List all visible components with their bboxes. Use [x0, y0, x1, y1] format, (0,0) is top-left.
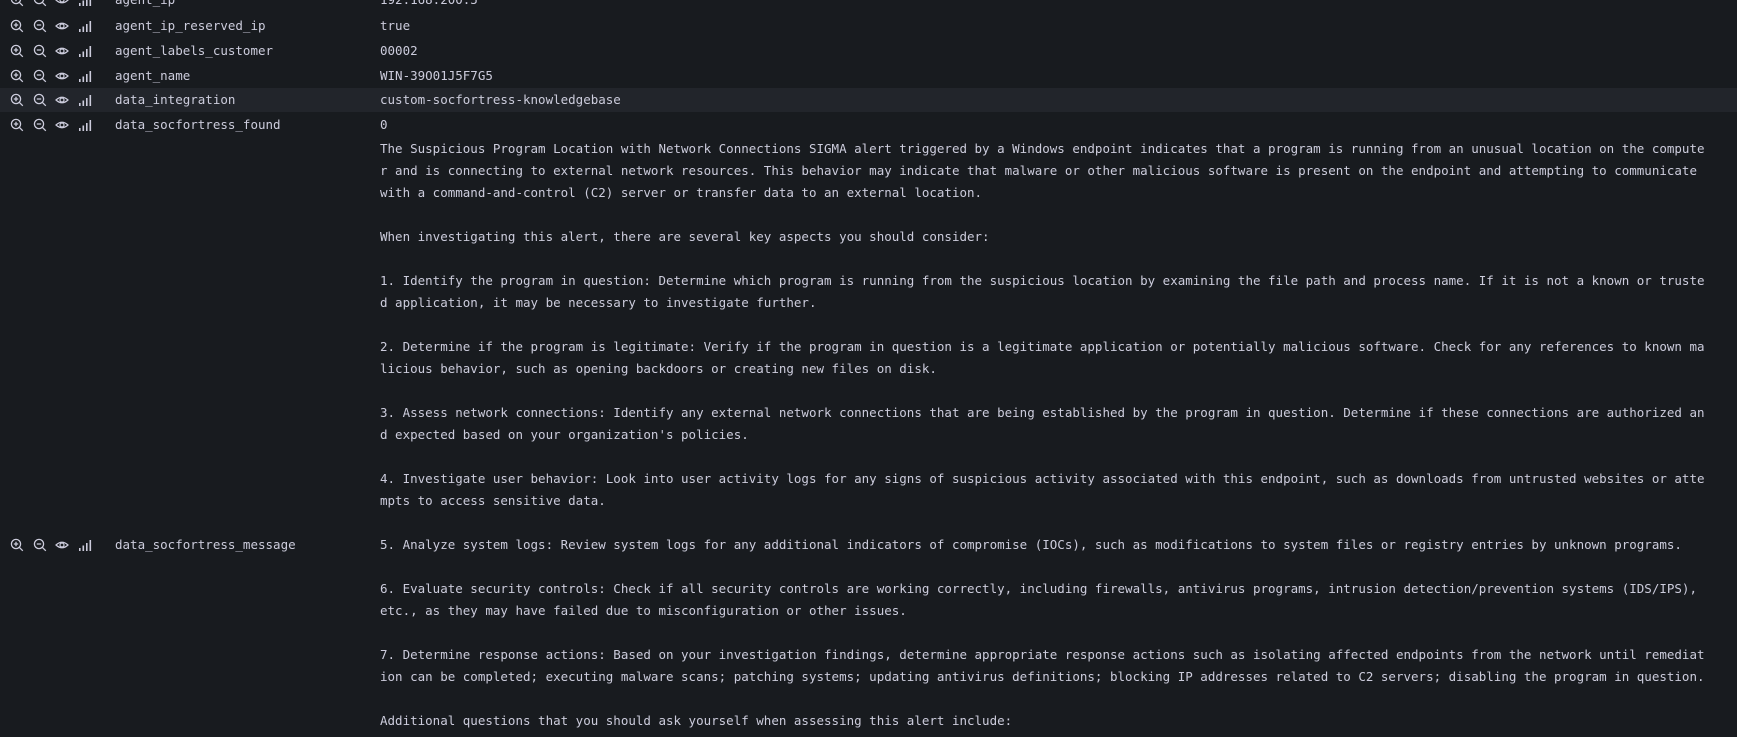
- row-actions: [10, 533, 100, 557]
- eye-icon[interactable]: [55, 0, 70, 8]
- row-actions: [10, 113, 100, 137]
- eye-icon[interactable]: [55, 18, 70, 34]
- field-row-agent-name: agent_name WIN-39O01J5F7G5: [0, 64, 1737, 88]
- field-key: data_socfortress_found: [115, 117, 281, 132]
- eye-icon[interactable]: [55, 537, 70, 553]
- row-actions: [10, 39, 100, 63]
- zoom-out-icon[interactable]: [33, 537, 48, 553]
- row-actions: [10, 88, 100, 112]
- field-row-agent-ip: agent_ip 192.168.200.5: [0, 0, 1737, 12]
- zoom-out-icon[interactable]: [33, 117, 48, 133]
- row-actions: [10, 64, 100, 88]
- zoom-in-icon[interactable]: [10, 537, 25, 553]
- message-value: The Suspicious Program Location with Net…: [380, 138, 1705, 737]
- zoom-out-icon[interactable]: [33, 0, 48, 8]
- eye-icon[interactable]: [55, 43, 70, 59]
- field-value: 192.168.200.5: [380, 0, 478, 12]
- message-paragraph: The Suspicious Program Location with Net…: [380, 141, 1705, 200]
- row-actions: [10, 0, 100, 12]
- zoom-out-icon[interactable]: [33, 18, 48, 34]
- message-paragraph: 4. Investigate user behavior: Look into …: [380, 471, 1705, 508]
- zoom-in-icon[interactable]: [10, 18, 25, 34]
- zoom-in-icon[interactable]: [10, 0, 25, 8]
- message-paragraph: 1. Identify the program in question: Det…: [380, 273, 1705, 310]
- message-paragraph: 6. Evaluate security controls: Check if …: [380, 581, 1697, 618]
- message-paragraph: When investigating this alert, there are…: [380, 229, 990, 244]
- field-value: 0: [380, 117, 388, 132]
- message-paragraph: Additional questions that you should ask…: [380, 713, 1013, 728]
- eye-icon[interactable]: [55, 92, 70, 108]
- field-row-data-socfortress-found: data_socfortress_found 0: [0, 113, 1737, 137]
- message-paragraph: 3. Assess network connections: Identify …: [380, 405, 1705, 442]
- field-row-agent-labels-customer: agent_labels_customer 00002: [0, 39, 1737, 63]
- stats-icon[interactable]: [78, 0, 93, 8]
- zoom-in-icon[interactable]: [10, 117, 25, 133]
- zoom-in-icon[interactable]: [10, 92, 25, 108]
- field-key: data_socfortress_message: [115, 537, 296, 552]
- message-paragraph: 7. Determine response actions: Based on …: [380, 647, 1705, 684]
- message-paragraph: 2. Determine if the program is legitimat…: [380, 339, 1705, 376]
- field-row-agent-ip-reserved-ip: agent_ip_reserved_ip true: [0, 14, 1737, 38]
- field-key: agent_labels_customer: [115, 43, 274, 58]
- message-paragraph: 5. Analyze system logs: Review system lo…: [380, 537, 1682, 552]
- field-key: agent_ip_reserved_ip: [115, 18, 266, 33]
- zoom-in-icon[interactable]: [10, 68, 25, 84]
- stats-icon[interactable]: [78, 18, 93, 34]
- field-value: true: [380, 18, 411, 33]
- zoom-out-icon[interactable]: [33, 68, 48, 84]
- zoom-out-icon[interactable]: [33, 43, 48, 59]
- field-row-data-integration: data_integration custom-socfortress-know…: [0, 88, 1737, 112]
- zoom-out-icon[interactable]: [33, 92, 48, 108]
- stats-icon[interactable]: [78, 92, 93, 108]
- field-value: WIN-39O01J5F7G5: [380, 68, 493, 83]
- stats-icon[interactable]: [78, 43, 93, 59]
- eye-icon[interactable]: [55, 68, 70, 84]
- eye-icon[interactable]: [55, 117, 70, 133]
- stats-icon[interactable]: [78, 68, 93, 84]
- zoom-in-icon[interactable]: [10, 43, 25, 59]
- field-key: agent_ip: [115, 0, 175, 12]
- field-key: agent_name: [115, 68, 191, 83]
- field-value: 00002: [380, 43, 418, 58]
- field-value: custom-socfortress-knowledgebase: [380, 92, 621, 107]
- stats-icon[interactable]: [78, 537, 93, 553]
- stats-icon[interactable]: [78, 117, 93, 133]
- row-actions: [10, 14, 100, 38]
- field-key: data_integration: [115, 92, 236, 107]
